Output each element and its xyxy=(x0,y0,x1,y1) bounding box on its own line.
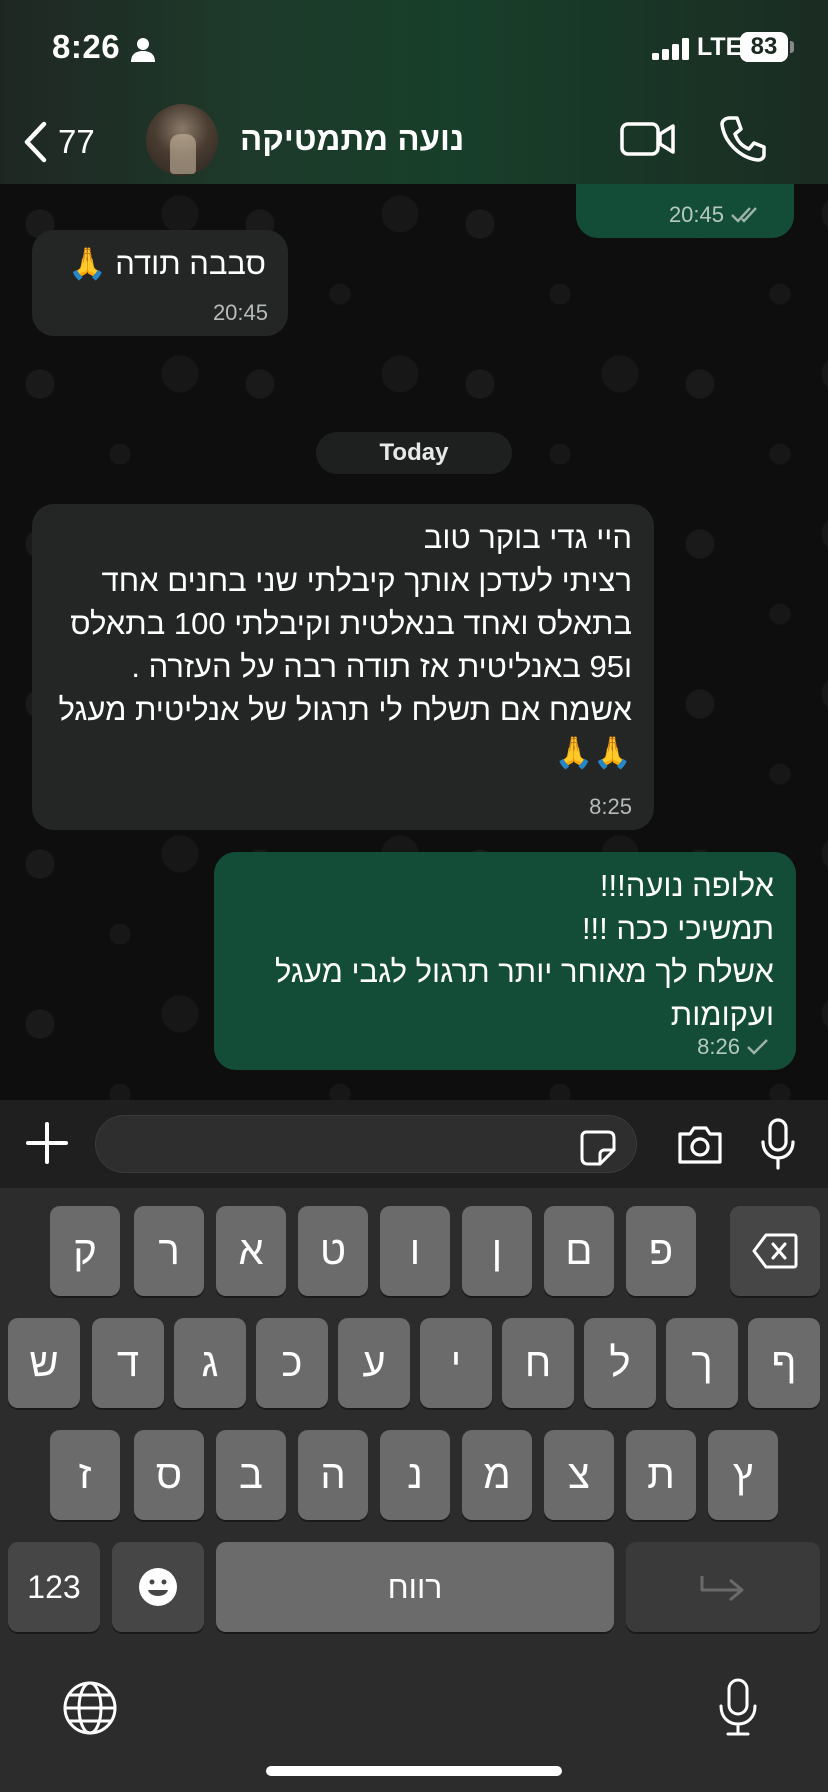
key[interactable]: ס xyxy=(134,1430,204,1520)
key[interactable]: נ xyxy=(380,1430,450,1520)
key[interactable]: י xyxy=(420,1318,492,1408)
camera-icon[interactable] xyxy=(676,1124,724,1166)
battery-indicator: 83 xyxy=(740,32,788,62)
plus-icon[interactable] xyxy=(24,1120,70,1166)
emoji-icon xyxy=(139,1568,177,1606)
key[interactable]: א xyxy=(216,1206,286,1296)
date-separator: Today xyxy=(316,432,512,474)
key[interactable]: ם xyxy=(544,1206,614,1296)
contact-avatar[interactable] xyxy=(146,104,218,176)
sticker-icon[interactable] xyxy=(580,1130,616,1166)
message-list[interactable]: 20:45 סבבה תודה 🙏 20:45 Today היי גדי בו… xyxy=(0,184,828,1100)
message-time: 8:25 xyxy=(589,794,632,819)
message-input[interactable] xyxy=(95,1115,637,1173)
check-icon xyxy=(747,1039,768,1055)
message-composer xyxy=(0,1100,828,1188)
key[interactable]: ל xyxy=(584,1318,656,1408)
chat-header: 8:26 LTE 83 77 נועה מתמטיקה xyxy=(0,0,828,185)
key[interactable]: ע xyxy=(338,1318,410,1408)
emoji-key[interactable] xyxy=(112,1542,204,1632)
key[interactable]: ט xyxy=(298,1206,368,1296)
message-time: 8:26 xyxy=(697,1034,740,1059)
chevron-left-icon xyxy=(24,121,47,163)
message-text: סבבה תודה 🙏 xyxy=(68,246,266,281)
backspace-icon xyxy=(752,1233,798,1269)
key[interactable]: ך xyxy=(666,1318,738,1408)
key[interactable]: ר xyxy=(134,1206,204,1296)
message-bubble-outgoing[interactable]: אלופה נועה!!! תמשיכי ככה !!! אשלח לך מאו… xyxy=(214,852,796,1070)
key[interactable]: ץ xyxy=(708,1430,778,1520)
return-key[interactable] xyxy=(626,1542,820,1632)
network-label: LTE xyxy=(697,33,743,61)
battery-tip xyxy=(790,41,794,53)
delete-key[interactable] xyxy=(730,1206,820,1296)
dictation-icon[interactable] xyxy=(718,1678,758,1738)
return-icon xyxy=(700,1576,744,1602)
key[interactable]: ד xyxy=(92,1318,164,1408)
key[interactable]: ן xyxy=(462,1206,532,1296)
message-time: 20:45 xyxy=(668,202,724,227)
key[interactable]: צ xyxy=(544,1430,614,1520)
video-call-icon[interactable] xyxy=(620,118,676,160)
key[interactable]: ש xyxy=(8,1318,80,1408)
key[interactable]: ח xyxy=(502,1318,574,1408)
microphone-icon[interactable] xyxy=(760,1118,796,1170)
key[interactable]: ו xyxy=(380,1206,450,1296)
key[interactable]: פ xyxy=(626,1206,696,1296)
key[interactable]: ה xyxy=(298,1430,368,1520)
message-meta: 20:45 xyxy=(213,300,268,326)
home-indicator[interactable] xyxy=(266,1766,562,1776)
keyboard: ק ר א ט ו ן ם פ ש ד ג כ ע י ח ל ך ף ז ס … xyxy=(0,1188,828,1792)
key[interactable]: ק xyxy=(50,1206,120,1296)
message-bubble-incoming[interactable]: היי גדי בוקר טוב רציתי לעדכן אותך קיבלתי… xyxy=(32,504,654,830)
space-key[interactable]: רווח xyxy=(216,1542,614,1632)
key[interactable]: ז xyxy=(50,1430,120,1520)
message-bubble-outgoing[interactable]: 20:45 xyxy=(576,184,794,238)
key[interactable]: ב xyxy=(216,1430,286,1520)
key[interactable]: מ xyxy=(462,1430,532,1520)
message-meta: 20:45 xyxy=(669,202,764,228)
message-bubble-incoming[interactable]: סבבה תודה 🙏 20:45 xyxy=(32,230,288,336)
double-check-icon xyxy=(731,207,757,223)
key[interactable]: ג xyxy=(174,1318,246,1408)
status-time: 8:26 xyxy=(52,28,121,65)
unread-count: 77 xyxy=(58,123,95,160)
key[interactable]: ף xyxy=(748,1318,820,1408)
person-icon xyxy=(131,38,155,62)
message-meta: 8:25 xyxy=(589,794,632,820)
contact-name[interactable]: נועה מתמטיקה xyxy=(240,120,464,158)
key[interactable]: ת xyxy=(626,1430,696,1520)
numbers-key[interactable]: 123 xyxy=(8,1542,100,1632)
message-text: אלופה נועה!!! תמשיכי ככה !!! אשלח לך מאו… xyxy=(274,868,774,1032)
key[interactable]: כ xyxy=(256,1318,328,1408)
message-meta: 8:26 xyxy=(697,1034,770,1060)
message-time: 20:45 xyxy=(212,300,268,325)
phone-icon[interactable] xyxy=(720,114,766,162)
message-text: היי גדי בוקר טוב רציתי לעדכן אותך קיבלתי… xyxy=(58,520,632,770)
globe-icon[interactable] xyxy=(62,1680,118,1736)
signal-icon xyxy=(652,38,689,60)
back-button[interactable]: 77 xyxy=(22,118,122,166)
